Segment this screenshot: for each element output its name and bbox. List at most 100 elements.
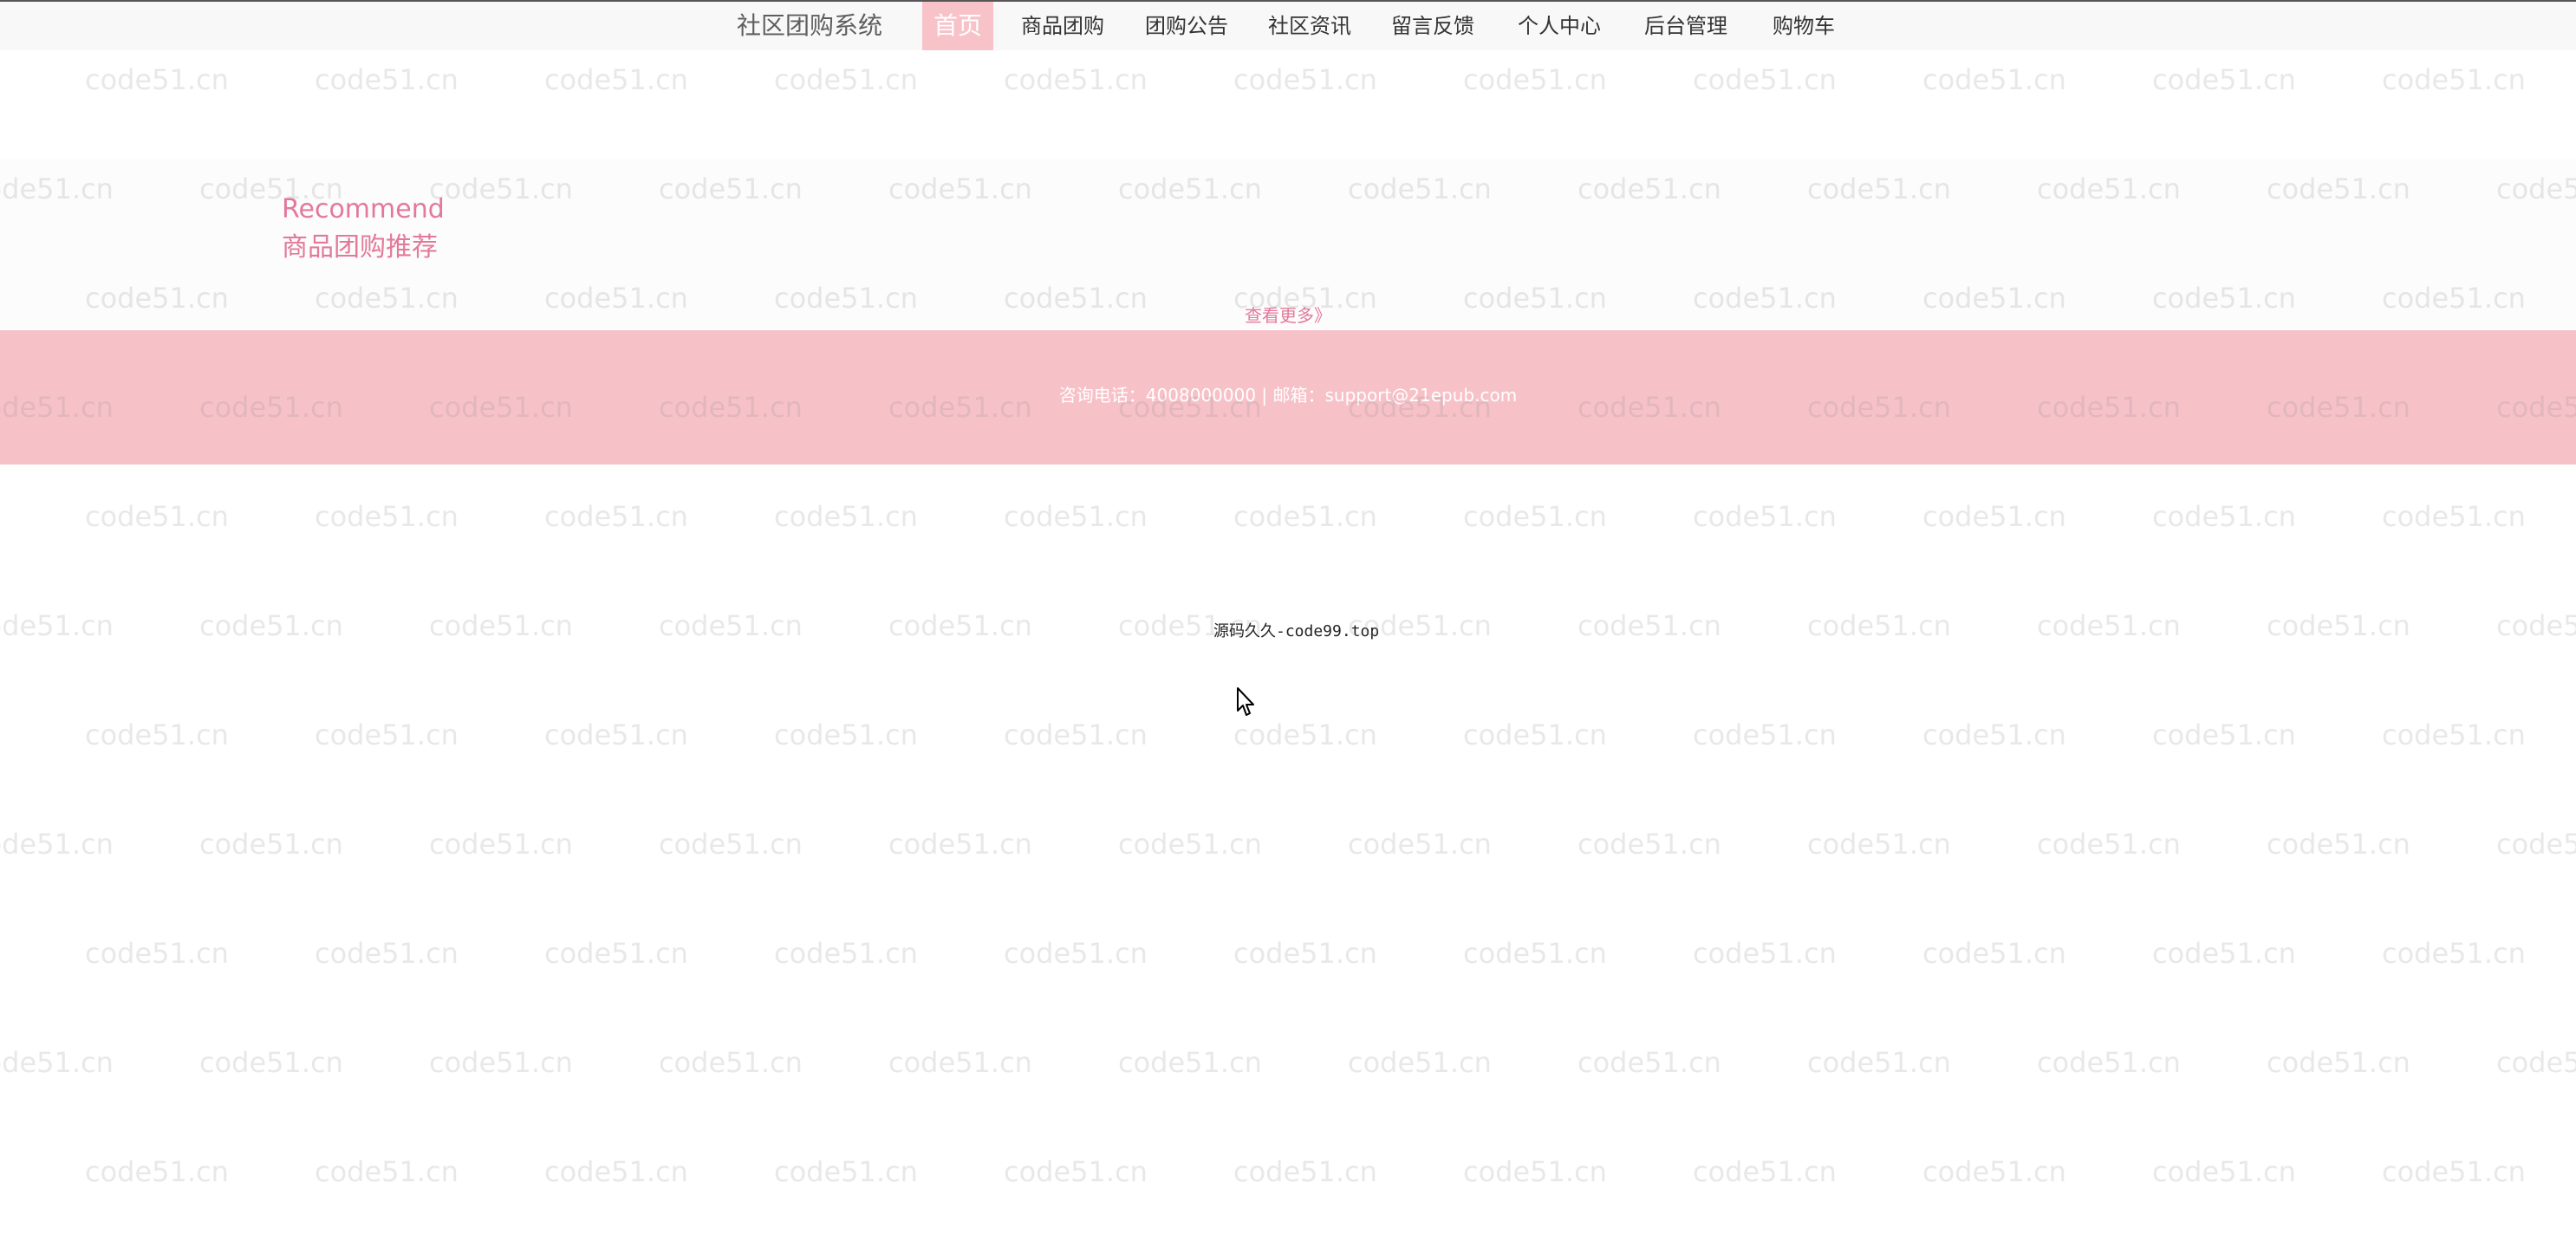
watermark-text: code51.cn — [1463, 1155, 1607, 1188]
watermark-text: code51.cn — [774, 718, 918, 751]
site-brand[interactable]: 社区团购系统 — [737, 9, 882, 43]
watermark-text: code51.cn — [429, 828, 573, 861]
watermark-text: code51.cn — [659, 609, 803, 642]
mouse-pointer-icon — [1237, 687, 1254, 716]
watermark-text: code51.cn — [1463, 63, 1607, 96]
watermark-text: code51.cn — [1233, 500, 1377, 533]
watermark-text: code51.cn — [1004, 1155, 1148, 1188]
watermark-text: code51.cn — [1004, 63, 1148, 96]
view-more-link[interactable]: 查看更多》 — [1245, 303, 1331, 328]
watermark-text: code51.cn — [659, 828, 803, 861]
watermark-text: code51.cn — [774, 500, 918, 533]
watermark-text: code51.cn — [85, 63, 229, 96]
watermark-text: code51.cn — [1348, 1046, 1492, 1079]
watermark-text: code51.cn — [1693, 718, 1837, 751]
watermark-text: code51.cn — [1577, 1046, 1721, 1079]
watermark-text: code51.cn — [544, 1155, 688, 1188]
watermark-text: code51.cn — [2382, 937, 2526, 970]
watermark-text: code51.cn — [1463, 718, 1607, 751]
watermark-text: code51.cn — [2496, 1046, 2576, 1079]
watermark-text: code51.cn — [1807, 828, 1951, 861]
watermark-text: code51.cn — [888, 1046, 1032, 1079]
watermark-text: code51.cn — [2267, 1046, 2410, 1079]
watermark-text: code51.cn — [1348, 828, 1492, 861]
nav-item-community-news[interactable]: 社区资讯 — [1268, 2, 1351, 50]
watermark-text: code51.cn — [199, 1046, 343, 1079]
nav-item-group-buy[interactable]: 商品团购 — [1021, 2, 1104, 50]
watermark-text: code51.cn — [0, 609, 114, 642]
watermark-text: code51.cn — [1922, 718, 2066, 751]
watermark-text: code51.cn — [1004, 500, 1148, 533]
watermark-text: code51.cn — [315, 500, 459, 533]
watermark-text: code51.cn — [1233, 937, 1377, 970]
watermark-text: code51.cn — [2152, 718, 2296, 751]
watermark-text: code51.cn — [1463, 500, 1607, 533]
recommend-title-en: Recommend — [282, 194, 445, 224]
watermark-text: code51.cn — [1922, 500, 2066, 533]
watermark-text: code51.cn — [85, 1155, 229, 1188]
watermark-text: code51.cn — [2037, 1046, 2181, 1079]
footer: 咨询电话：4008000000 | 邮箱：support@21epub.com — [0, 330, 2576, 465]
watermark-text: code51.cn — [1577, 609, 1721, 642]
watermark-text: code51.cn — [199, 828, 343, 861]
watermark-text: code51.cn — [1577, 828, 1721, 861]
watermark-text: code51.cn — [199, 609, 343, 642]
watermark-text: code51.cn — [1807, 609, 1951, 642]
watermark-text: code51.cn — [1004, 937, 1148, 970]
source-credit-text: 源码久久-code99.top — [1213, 622, 1380, 640]
nav-item-home[interactable]: 首页 — [922, 2, 993, 50]
recommend-title-cn: 商品团购推荐 — [282, 232, 438, 263]
watermark-text: code51.cn — [1922, 937, 2066, 970]
nav-item-admin[interactable]: 后台管理 — [1644, 2, 1727, 50]
watermark-text: code51.cn — [544, 500, 688, 533]
watermark-text: code51.cn — [315, 718, 459, 751]
watermark-text: code51.cn — [1922, 63, 2066, 96]
watermark-text: code51.cn — [1233, 1155, 1377, 1188]
watermark-text: code51.cn — [315, 937, 459, 970]
watermark-text: code51.cn — [429, 609, 573, 642]
nav-item-personal-center[interactable]: 个人中心 — [1518, 2, 1601, 50]
top-navbar: 社区团购系统 首页 商品团购 团购公告 社区资讯 留言反馈 个人中心 后台管理 … — [0, 0, 2576, 50]
watermark-text: code51.cn — [774, 63, 918, 96]
watermark-text: code51.cn — [0, 1046, 114, 1079]
watermark-text: code51.cn — [85, 718, 229, 751]
watermark-text: code51.cn — [2496, 609, 2576, 642]
watermark-text: code51.cn — [2152, 63, 2296, 96]
watermark-text: code51.cn — [315, 1155, 459, 1188]
watermark-text: code51.cn — [774, 1155, 918, 1188]
watermark-text: code51.cn — [1807, 1046, 1951, 1079]
nav-item-announcements[interactable]: 团购公告 — [1145, 2, 1228, 50]
watermark-text: code51.cn — [544, 937, 688, 970]
page: 社区团购系统 首页 商品团购 团购公告 社区资讯 留言反馈 个人中心 后台管理 … — [0, 0, 2576, 1248]
watermark-text: code51.cn — [1118, 1046, 1262, 1079]
watermark-text: code51.cn — [85, 500, 229, 533]
watermark-text: code51.cn — [1693, 500, 1837, 533]
watermark-text: code51.cn — [1233, 63, 1377, 96]
watermark-text: code51.cn — [2382, 1155, 2526, 1188]
watermark-text: code51.cn — [2267, 609, 2410, 642]
watermark-text: code51.cn — [1693, 1155, 1837, 1188]
watermark-text: code51.cn — [2382, 63, 2526, 96]
watermark-text: code51.cn — [544, 63, 688, 96]
watermark-text: code51.cn — [544, 718, 688, 751]
watermark-text: code51.cn — [659, 1046, 803, 1079]
watermark-text: code51.cn — [1463, 937, 1607, 970]
watermark-text: code51.cn — [85, 937, 229, 970]
watermark-text: code51.cn — [888, 609, 1032, 642]
watermark-text: code51.cn — [1693, 937, 1837, 970]
watermark-text: code51.cn — [1233, 718, 1377, 751]
watermark-text: code51.cn — [0, 828, 114, 861]
watermark-text: code51.cn — [2037, 828, 2181, 861]
watermark-text: code51.cn — [2496, 828, 2576, 861]
watermark-text: code51.cn — [2152, 1155, 2296, 1188]
nav-item-cart[interactable]: 购物车 — [1773, 2, 1835, 50]
footer-contact-info: 咨询电话：4008000000 | 邮箱：support@21epub.com — [1058, 385, 1518, 406]
watermark-text: code51.cn — [2382, 500, 2526, 533]
watermark-text: code51.cn — [1693, 63, 1837, 96]
watermark-text: code51.cn — [2267, 828, 2410, 861]
watermark-text: code51.cn — [774, 937, 918, 970]
watermark-text: code51.cn — [888, 828, 1032, 861]
watermark-text: code51.cn — [2152, 500, 2296, 533]
watermark-text: code51.cn — [2382, 718, 2526, 751]
nav-item-feedback[interactable]: 留言反馈 — [1391, 2, 1474, 50]
